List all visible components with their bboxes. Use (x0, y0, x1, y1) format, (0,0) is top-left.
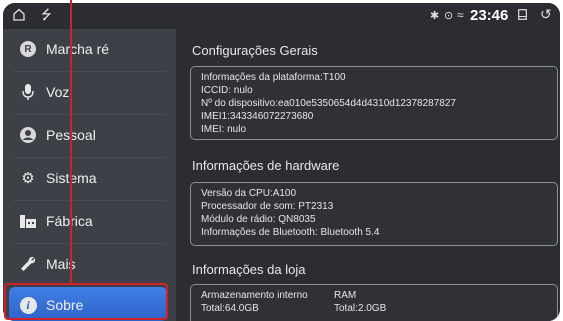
imei-info: IMEI: nulo (201, 124, 247, 135)
sidebar-item-sistema[interactable]: ⚙ Sistema (3, 158, 176, 200)
sidebar-item-marcha-re[interactable]: R Marcha ré (3, 29, 176, 71)
clock: 23:46 (470, 7, 509, 24)
person-icon (18, 125, 38, 145)
usb-icon: ⭍ (41, 7, 52, 22)
bluetooth-info: Informações de Bluetooth: Bluetooth 5.4 (201, 227, 380, 238)
store-info-card: Armazenamento interno RAM Total:64.0GB T… (190, 284, 558, 321)
storage-total: Total:64.0GB (201, 303, 259, 314)
imei1-info: IMEI1:343346072273680 (201, 111, 314, 122)
back-icon[interactable]: ↺ (540, 6, 552, 23)
sound-processor: Processador de som: PT2313 (201, 201, 334, 212)
recent-apps-icon[interactable] (518, 9, 527, 20)
section-title-general: Configurações Gerais (192, 43, 318, 58)
hardware-info-card: Versão da CPU:A100 Processador de som: P… (190, 182, 558, 246)
sidebar-item-pessoal[interactable]: Pessoal (3, 115, 176, 157)
ram-label: RAM (334, 290, 357, 301)
sidebar-item-label: Voz (46, 84, 70, 100)
sidebar-item-label: Marcha ré (46, 41, 110, 57)
wrench-icon (18, 254, 38, 274)
section-title-hardware: Informações de hardware (192, 158, 340, 173)
bluetooth-icon: ✱ (430, 10, 440, 22)
wifi-icon: ≈ (457, 8, 464, 22)
head-unit-screen: ⭍ ✱ ⊙ ≈ 23:46 ↺ R Marcha ré Voz ⚙ Mais i… (3, 3, 560, 321)
storage-label: Armazenamento interno (201, 290, 308, 301)
device-number-info: Nº do dispositivo:ea010e5350654d4d4310d1… (201, 98, 456, 109)
platform-info: Informações da plataforma:T100 (201, 72, 346, 83)
location-icon: ⊙ (444, 10, 454, 22)
status-bar: ⭍ ✱ ⊙ ≈ 23:46 ↺ (3, 3, 560, 29)
reverse-gear-icon: R (18, 39, 38, 59)
factory-icon (18, 211, 38, 231)
screenshot-frame: ⭍ ✱ ⊙ ≈ 23:46 ↺ R Marcha ré Voz ⚙ Mais i… (0, 0, 563, 321)
home-icon[interactable] (13, 8, 25, 21)
microphone-icon (18, 82, 38, 102)
cpu-version: Versão da CPU:A100 (201, 188, 297, 199)
section-title-store: Informações da loja (192, 262, 306, 277)
sidebar-item-voz[interactable]: Voz (3, 72, 176, 114)
annotation-line (70, 0, 72, 283)
gears-icon: ⚙ (21, 170, 35, 187)
annotation-highlight-box (4, 283, 168, 320)
general-info-card: Informações da plataforma:T100 ICCID: nu… (190, 66, 558, 140)
sidebar-item-mais[interactable]: Mais (3, 244, 176, 286)
sidebar: R Marcha ré Voz ⚙ Mais i Sobre (3, 29, 176, 321)
iccid-info: ICCID: nulo (201, 85, 253, 96)
main-panel: Configurações Gerais Informações da plat… (176, 29, 560, 321)
sidebar-item-fabrica[interactable]: Fábrica (3, 201, 176, 243)
radio-module: Módulo de rádio: QN8035 (201, 214, 316, 225)
ram-total: Total:2.0GB (334, 303, 387, 314)
